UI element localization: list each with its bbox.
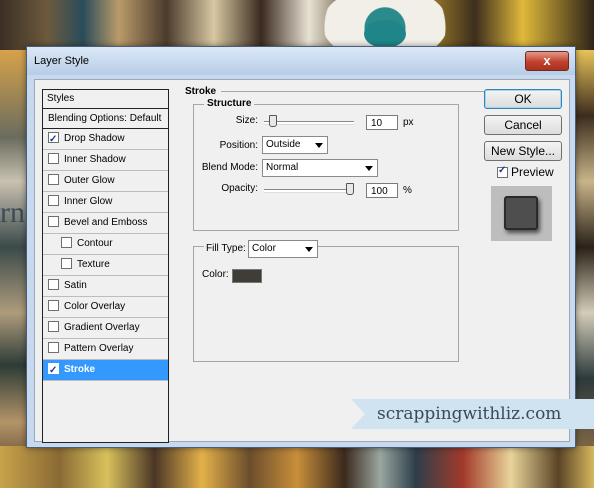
style-item-contour[interactable]: Contour — [43, 234, 168, 255]
style-checkbox[interactable] — [48, 215, 59, 227]
dialog-body: Styles Blending Options: Default Drop Sha… — [34, 79, 570, 443]
chevron-down-icon — [315, 143, 323, 148]
style-item-label: Inner Shadow — [64, 154, 126, 165]
position-value: Outside — [266, 139, 301, 150]
preview-swatch — [504, 196, 538, 230]
style-checkbox[interactable] — [48, 341, 59, 353]
style-item-blending-options-default[interactable]: Blending Options: Default — [43, 109, 168, 129]
size-label: Size: — [235, 115, 258, 126]
size-slider-thumb[interactable] — [269, 115, 277, 127]
opacity-input[interactable]: 100 — [366, 183, 398, 198]
style-item-label: Gradient Overlay — [64, 322, 140, 333]
style-item-inner-shadow[interactable]: Inner Shadow — [43, 150, 168, 171]
size-input[interactable]: 10 — [366, 115, 398, 130]
style-item-gradient-overlay[interactable]: Gradient Overlay — [43, 318, 168, 339]
background-left-strip — [0, 50, 26, 488]
style-item-label: Bevel and Emboss — [64, 217, 148, 228]
background-text: rn — [0, 196, 25, 229]
style-item-stroke[interactable]: Stroke — [43, 360, 168, 381]
blend-mode-value: Normal — [266, 162, 299, 173]
style-item-label: Blending Options: Default — [48, 113, 162, 124]
structure-group: Structure Size: 10 px Position: Outside … — [193, 98, 459, 231]
stroke-color-swatch[interactable] — [232, 269, 262, 283]
opacity-unit-label: % — [403, 185, 412, 196]
size-slider-track[interactable] — [264, 121, 354, 125]
style-checkbox[interactable] — [48, 194, 59, 206]
background-bottom-strip — [0, 446, 594, 488]
watermark-banner: scrappingwithliz.com — [351, 399, 594, 429]
style-item-texture[interactable]: Texture — [43, 255, 168, 276]
fill-type-value: Color — [252, 243, 276, 254]
style-checkbox[interactable] — [48, 130, 59, 150]
style-item-label: Inner Glow — [64, 196, 113, 207]
style-item-color-overlay[interactable]: Color Overlay — [43, 297, 168, 318]
style-item-label: Satin — [64, 280, 87, 291]
styles-list: Styles Blending Options: Default Drop Sha… — [42, 89, 169, 443]
style-item-label: Outer Glow — [64, 175, 115, 186]
blend-mode-label: Blend Mode: — [201, 162, 258, 173]
background-top-strip — [0, 0, 594, 50]
style-item-bevel-and-emboss[interactable]: Bevel and Emboss — [43, 213, 168, 234]
style-item-label: Contour — [77, 238, 113, 249]
window-title: Layer Style — [34, 55, 90, 67]
close-button[interactable]: x — [525, 51, 569, 71]
preview-checkbox[interactable] — [497, 165, 508, 178]
style-checkbox[interactable] — [48, 173, 59, 185]
style-item-drop-shadow[interactable]: Drop Shadow — [43, 129, 168, 150]
new-style-button[interactable]: New Style... — [484, 141, 562, 161]
style-item-label: Texture — [77, 259, 110, 270]
style-checkbox[interactable] — [48, 299, 59, 311]
chevron-down-icon — [365, 166, 373, 171]
style-item-pattern-overlay[interactable]: Pattern Overlay — [43, 339, 168, 360]
position-label: Position: — [219, 140, 258, 151]
size-unit-label: px — [403, 117, 414, 128]
style-item-inner-glow[interactable]: Inner Glow — [43, 192, 168, 213]
style-checkbox[interactable] — [48, 278, 59, 290]
style-checkbox[interactable] — [48, 320, 59, 332]
style-item-satin[interactable]: Satin — [43, 276, 168, 297]
preview-thumbnail — [491, 186, 552, 241]
style-checkbox[interactable] — [48, 361, 59, 381]
style-item-label: Drop Shadow — [64, 133, 125, 144]
opacity-label: Opacity: — [221, 183, 258, 194]
style-item-label: Pattern Overlay — [64, 343, 134, 354]
position-dropdown[interactable]: Outside — [262, 136, 328, 154]
opacity-slider-thumb[interactable] — [346, 183, 354, 195]
title-bar[interactable]: Layer Style x — [27, 47, 575, 75]
style-item-label: Stroke — [64, 364, 96, 375]
close-icon: x — [543, 53, 551, 68]
structure-legend: Structure — [204, 98, 255, 109]
stroke-section-title: Stroke — [185, 85, 501, 97]
style-checkbox[interactable] — [61, 236, 72, 248]
chevron-down-icon — [305, 247, 313, 252]
ok-button[interactable]: OK — [484, 89, 562, 109]
styles-header[interactable]: Styles — [43, 90, 168, 109]
cancel-button[interactable]: Cancel — [484, 115, 562, 135]
blend-mode-dropdown[interactable]: Normal — [262, 159, 378, 177]
opacity-slider-track[interactable] — [264, 189, 354, 193]
preview-label: Preview — [511, 165, 554, 179]
layer-style-dialog: Layer Style x Styles Blending Options: D… — [26, 46, 576, 448]
style-item-label: Color Overlay — [64, 301, 126, 312]
color-label: Color: — [202, 269, 229, 280]
fill-type-dropdown[interactable]: Color — [248, 240, 318, 258]
style-checkbox[interactable] — [61, 257, 72, 269]
fill-group: Fill Type: Color Color: — [193, 240, 459, 362]
flower-center — [364, 20, 406, 48]
style-checkbox[interactable] — [48, 152, 59, 164]
style-item-outer-glow[interactable]: Outer Glow — [43, 171, 168, 192]
fill-type-label: Fill Type: — [204, 243, 248, 254]
